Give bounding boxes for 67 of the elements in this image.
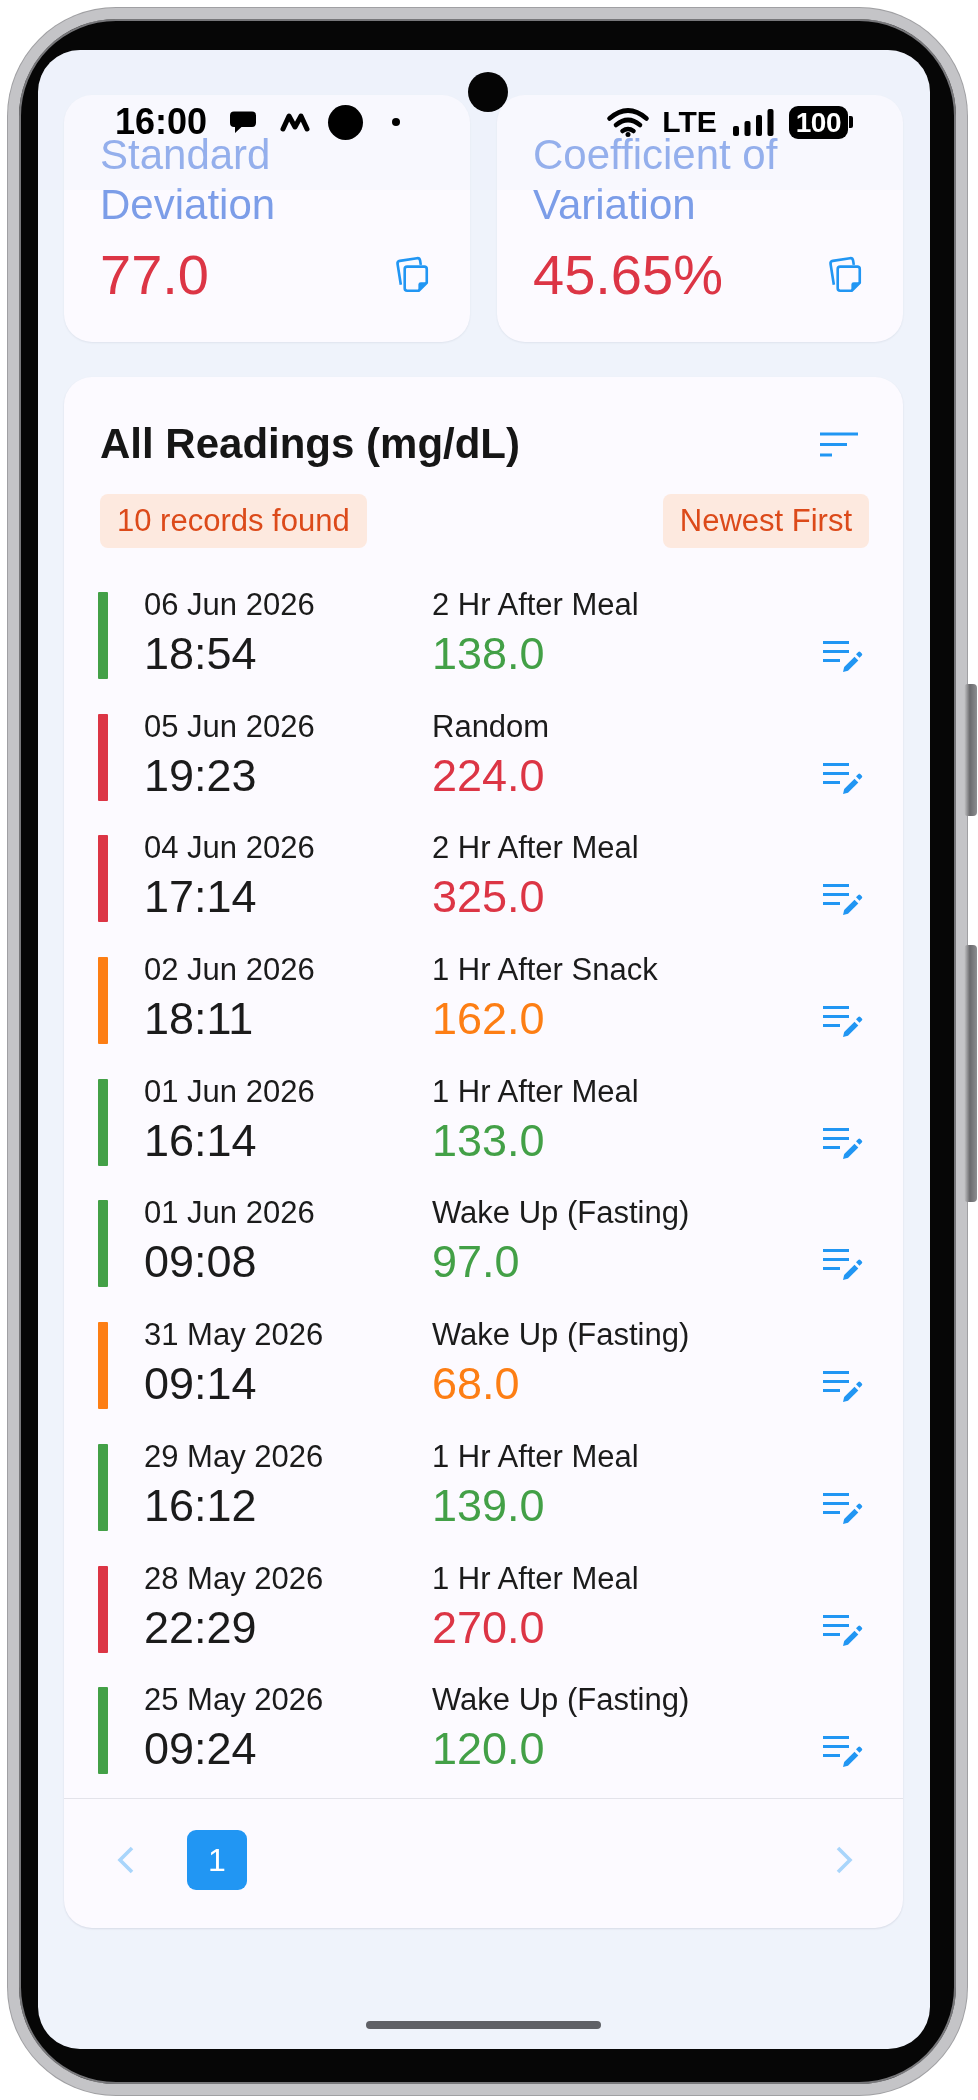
- reading-context: 1 Hr After Meal: [432, 1439, 640, 1474]
- reading-date: 01 Jun 2026: [144, 1074, 316, 1109]
- page-button[interactable]: 1: [187, 1830, 247, 1891]
- dot-icon: [392, 118, 401, 126]
- section-title: All Readings (mg/dL): [100, 419, 520, 469]
- glucose-value: 162.0: [432, 994, 546, 1045]
- signal-icon: [732, 108, 774, 136]
- record-count-tag: 10 records found: [100, 494, 367, 548]
- reading-context: Wake Up (Fasting): [432, 1196, 691, 1231]
- glucose-value: 325.0: [432, 872, 546, 923]
- stat-value: 77.0: [100, 243, 209, 307]
- reading-time: 19:23: [144, 750, 258, 801]
- glucose-value: 133.0: [432, 1115, 546, 1166]
- reading-time: 16:12: [144, 1480, 258, 1531]
- edit-icon[interactable]: [823, 762, 863, 794]
- reading-date: 31 May 2026: [144, 1318, 325, 1353]
- reading-date: 04 Jun 2026: [144, 831, 316, 866]
- glucose-value: 120.0: [432, 1724, 546, 1775]
- glucose-value: 139.0: [432, 1480, 546, 1531]
- glucose-value: 68.0: [432, 1359, 521, 1410]
- glucose-value: 224.0: [432, 750, 546, 801]
- chat-bubble-icon: [229, 109, 258, 135]
- reading-context: Random: [432, 709, 551, 744]
- wifi-icon: [607, 107, 650, 137]
- reading-date: 25 May 2026: [144, 1683, 325, 1718]
- circle-icon: [328, 104, 364, 140]
- battery-indicator: 100: [788, 105, 853, 139]
- glucose-value: 270.0: [432, 1602, 546, 1653]
- reading-time: 09:24: [144, 1724, 258, 1775]
- edit-icon[interactable]: [823, 1371, 863, 1403]
- reading-context: 2 Hr After Meal: [432, 831, 640, 866]
- reading-date: 28 May 2026: [144, 1561, 325, 1596]
- stat-value: 45.65%: [533, 243, 723, 307]
- sort-order-tag[interactable]: Newest First: [662, 494, 869, 548]
- edit-icon[interactable]: [823, 1492, 863, 1524]
- reading-time: 09:08: [144, 1237, 258, 1288]
- reading-date: 05 Jun 2026: [144, 709, 316, 744]
- reading-time: 16:14: [144, 1115, 258, 1166]
- reading-date: 02 Jun 2026: [144, 953, 316, 988]
- reading-context: 1 Hr After Meal: [432, 1561, 640, 1596]
- reading-context: 1 Hr After Snack: [432, 953, 659, 988]
- edit-icon[interactable]: [823, 1127, 863, 1159]
- reading-time: 09:14: [144, 1359, 258, 1410]
- reading-time: 18:11: [144, 994, 255, 1045]
- reading-date: 01 Jun 2026: [144, 1196, 316, 1231]
- sort-icon[interactable]: [820, 431, 858, 457]
- reading-time: 18:54: [144, 629, 258, 679]
- edit-icon[interactable]: [823, 641, 863, 672]
- side-button[interactable]: [964, 945, 977, 1202]
- zigzag-icon: [280, 112, 311, 132]
- reading-date: 06 Jun 2026: [144, 588, 316, 622]
- edit-icon[interactable]: [823, 1249, 863, 1281]
- reading-time: 22:29: [144, 1602, 258, 1653]
- reading-context: 1 Hr After Meal: [432, 1074, 640, 1109]
- front-camera: [468, 72, 508, 112]
- glucose-value: 138.0: [432, 629, 546, 679]
- glucose-value: 97.0: [432, 1237, 521, 1288]
- edit-icon[interactable]: [823, 1736, 863, 1768]
- edit-icon[interactable]: [823, 1614, 863, 1646]
- edit-icon[interactable]: [823, 884, 863, 916]
- reading-date: 29 May 2026: [144, 1439, 325, 1474]
- reading-time: 17:14: [144, 872, 258, 923]
- side-button[interactable]: [964, 684, 977, 816]
- reading-context: Wake Up (Fasting): [432, 1683, 691, 1718]
- edit-icon[interactable]: [823, 1006, 863, 1038]
- reading-context: 2 Hr After Meal: [432, 588, 640, 622]
- reading-context: Wake Up (Fasting): [432, 1318, 691, 1353]
